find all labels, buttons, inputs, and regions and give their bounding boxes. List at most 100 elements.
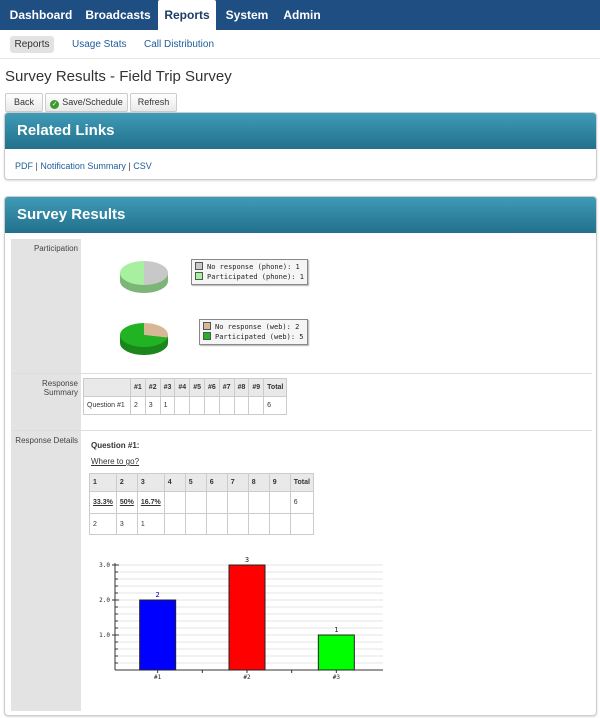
nav-reports[interactable]: Reports	[158, 0, 216, 30]
link-separator: |	[128, 161, 131, 171]
table-cell	[189, 396, 205, 415]
x-tick-label: #2	[243, 674, 251, 681]
survey-results-header: Survey Results	[5, 197, 596, 233]
no-response-web-swatch	[203, 322, 211, 330]
table-cell	[248, 396, 265, 415]
table-cell	[247, 513, 270, 535]
summary-header: #1	[130, 378, 146, 397]
bar-3	[317, 634, 355, 671]
no-response-phone-swatch	[195, 262, 203, 270]
table-cell	[205, 513, 228, 535]
table-cell	[163, 513, 186, 535]
y-tick-label: 3.0	[99, 562, 110, 569]
table-cell	[233, 396, 250, 415]
related-links-panel: Related Links PDF | Notification Summary…	[4, 112, 597, 180]
table-cell: 1	[136, 513, 165, 535]
survey-results-panel: Survey Results Participation Response Su…	[4, 196, 597, 716]
table-cell	[205, 491, 228, 514]
y-tick-label: 2.0	[99, 597, 110, 604]
details-header: 8	[247, 473, 270, 492]
details-header: 7	[226, 473, 249, 492]
phone-legend: No response (phone): 1 Participated (pho…	[191, 259, 308, 285]
bar-value-label: 1	[334, 626, 338, 634]
legend-participated-phone: Participated (phone): 1	[207, 273, 304, 281]
section-divider	[11, 430, 592, 431]
table-cell	[218, 396, 235, 415]
summary-header: #8	[233, 378, 250, 397]
table-row: 33.3% 50% 16.7% 6	[89, 491, 314, 514]
details-header: 2	[115, 473, 138, 492]
response-details-table: 1 2 3 4 5 6 7 8 9 Total 33.3% 50% 16.7% …	[89, 473, 314, 535]
nav-admin[interactable]: Admin	[278, 0, 326, 30]
table-cell: 6	[263, 396, 288, 415]
summary-header: #2	[144, 378, 161, 397]
table-cell	[268, 513, 291, 535]
table-cell: 3	[115, 513, 138, 535]
back-button[interactable]: Back	[5, 93, 43, 112]
details-header: 3	[136, 473, 165, 492]
response-summary-label: Response Summary	[11, 374, 81, 430]
table-cell: 2	[89, 513, 117, 535]
pdf-link[interactable]: PDF	[15, 161, 33, 171]
notification-summary-link[interactable]: Notification Summary	[40, 161, 126, 171]
web-legend: No response (web): 2 Participated (web):…	[199, 319, 308, 345]
details-header: 6	[205, 473, 228, 492]
table-cell	[247, 491, 270, 514]
phone-participation-pie	[120, 261, 168, 293]
table-cell: 2	[130, 396, 146, 415]
legend-no-response-web: No response (web): 2	[215, 323, 300, 331]
top-navigation: Dashboard Broadcasts Reports System Admi…	[0, 0, 600, 30]
summary-header: #5	[189, 378, 205, 397]
table-cell	[289, 513, 314, 535]
details-header: 1	[89, 473, 117, 492]
question-text-link[interactable]: Where to go?	[91, 457, 139, 466]
table-cell	[203, 396, 220, 415]
participation-label: Participation	[11, 239, 81, 373]
table-cell	[174, 396, 191, 415]
table-cell	[226, 491, 249, 514]
bar-2	[228, 564, 266, 671]
response-bar-chart: 1.0 2.0 3.0 2 #1 3 #2 1 #3	[99, 556, 383, 681]
x-tick-label: #1	[154, 674, 162, 681]
subnav-reports[interactable]: Reports	[10, 36, 54, 53]
legend-participated-web: Participated (web): 5	[215, 333, 304, 341]
legend-no-response-phone: No response (phone): 1	[207, 263, 300, 271]
check-icon: ✓	[50, 100, 60, 109]
table-cell	[163, 491, 186, 514]
related-links-list: PDF | Notification Summary | CSV	[15, 161, 152, 171]
save-schedule-button[interactable]: ✓ Save/Schedule	[45, 93, 128, 112]
page-title: Survey Results - Field Trip Survey	[5, 68, 232, 85]
refresh-button[interactable]: Refresh	[130, 93, 177, 112]
nav-dashboard[interactable]: Dashboard	[4, 0, 78, 30]
table-row: Question #1 2 3 1 6	[83, 396, 288, 415]
nav-broadcasts[interactable]: Broadcasts	[80, 0, 156, 30]
table-cell: Question #1	[83, 396, 131, 415]
table-cell: 33.3%	[89, 491, 117, 514]
details-header: Total	[289, 473, 314, 492]
table-cell: 1	[159, 396, 176, 415]
sub-navigation: Reports Usage Stats Call Distribution	[0, 30, 600, 59]
details-header: 9	[268, 473, 291, 492]
participated-phone-swatch	[195, 272, 203, 280]
web-participation-pie	[120, 323, 168, 355]
related-links-header: Related Links	[5, 113, 596, 149]
subnav-usage-stats[interactable]: Usage Stats	[72, 36, 126, 53]
link-separator: |	[35, 161, 38, 171]
summary-header: Total	[263, 378, 288, 397]
summary-header: #6	[203, 378, 220, 397]
response-summary-table: #1 #2 #3 #4 #5 #6 #7 #8 #9 Total Questio…	[83, 378, 288, 415]
y-tick-label: 1.0	[99, 632, 110, 639]
subnav-call-distribution[interactable]: Call Distribution	[144, 36, 214, 53]
table-row: 2 3 1	[89, 513, 314, 535]
response-details-label: Response Details	[11, 431, 81, 711]
table-cell: 3	[144, 396, 161, 415]
nav-system[interactable]: System	[220, 0, 274, 30]
bar-1	[139, 599, 177, 671]
section-divider	[11, 373, 592, 374]
summary-header: #3	[159, 378, 176, 397]
table-cell	[184, 513, 207, 535]
summary-header: #9	[248, 378, 265, 397]
table-cell: 6	[289, 491, 314, 514]
csv-link[interactable]: CSV	[133, 161, 152, 171]
x-tick-label: #3	[333, 674, 341, 681]
